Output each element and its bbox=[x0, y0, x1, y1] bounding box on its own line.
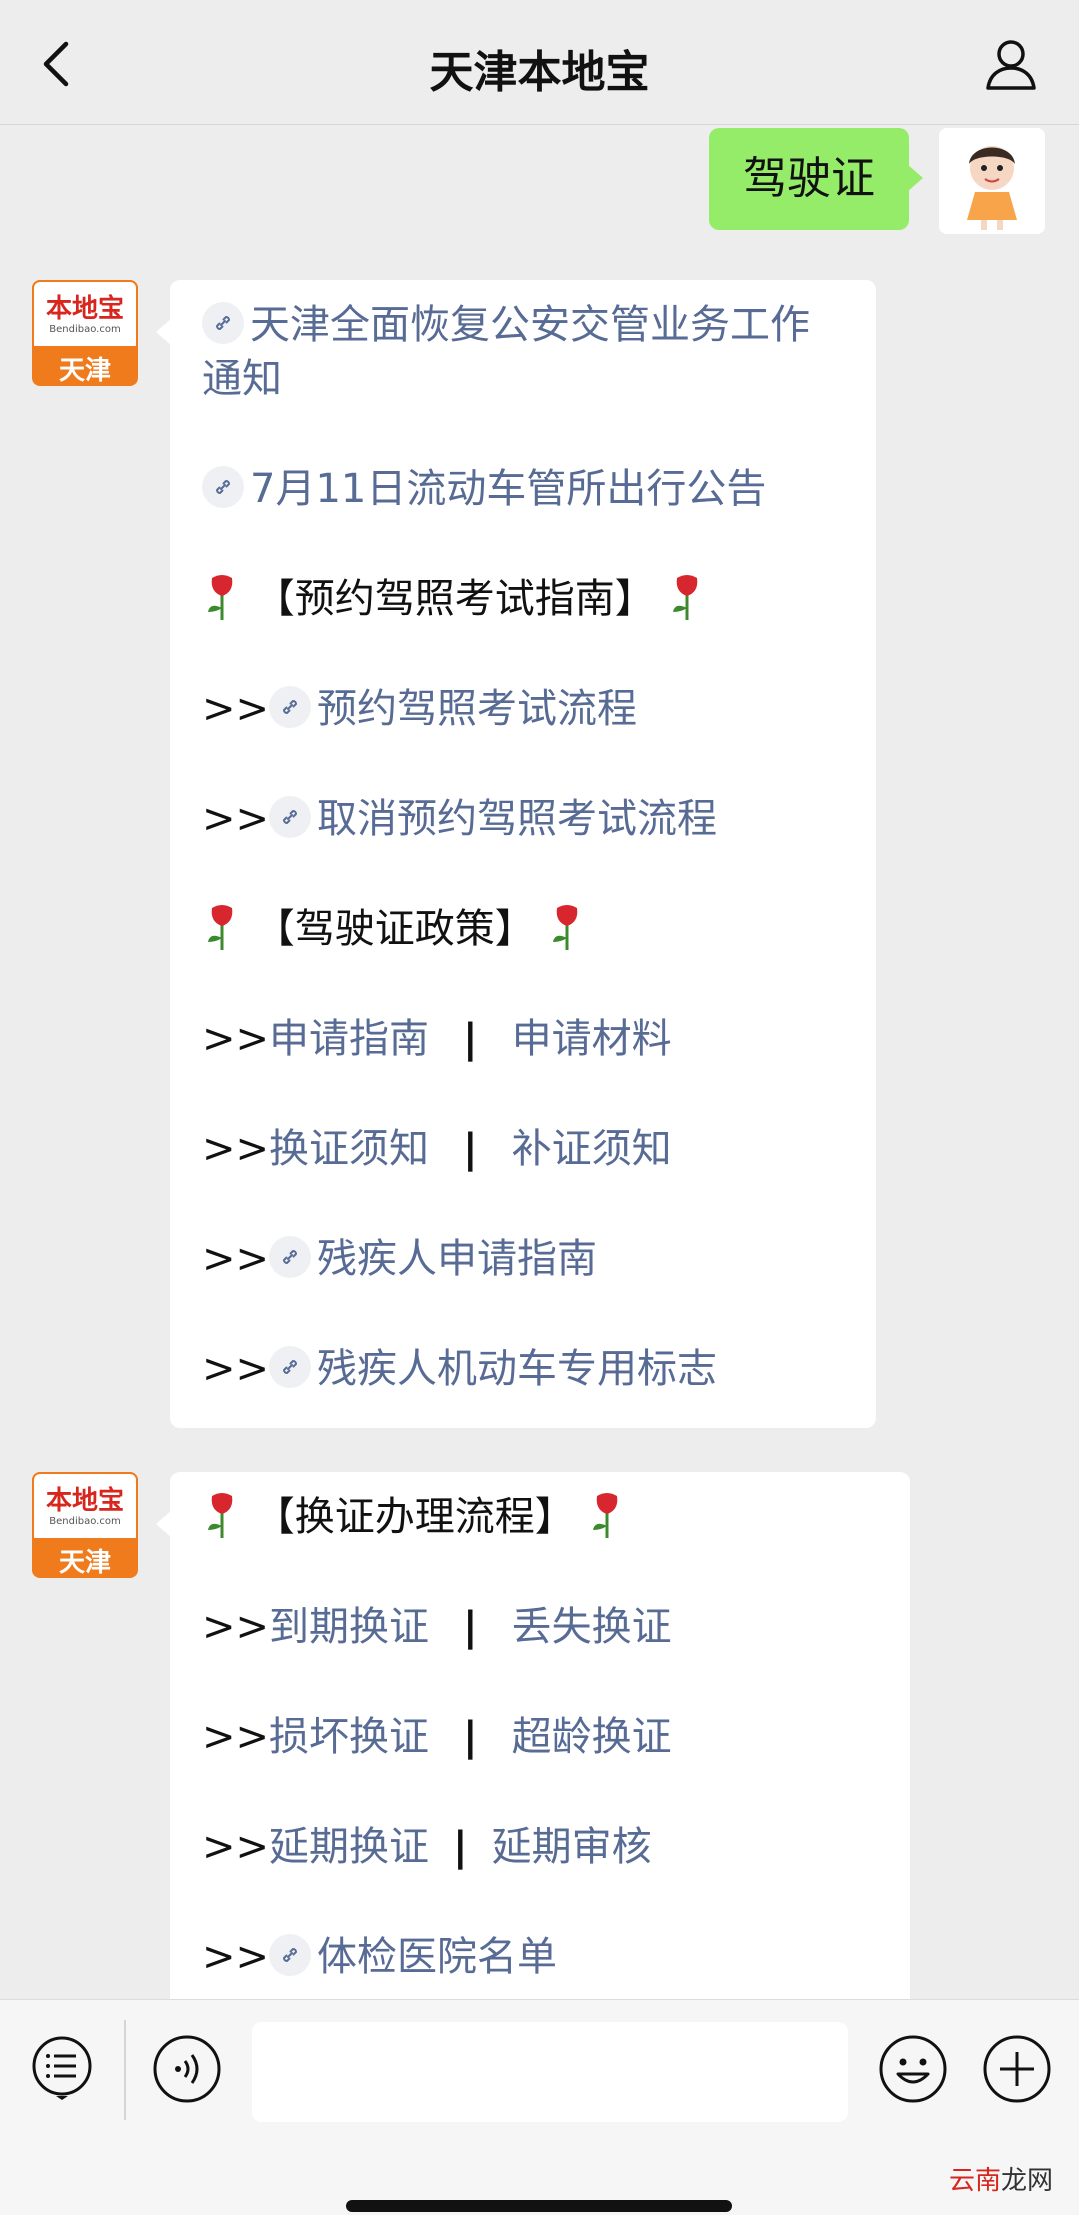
prefix-arrows: >> bbox=[202, 796, 270, 842]
separator: | bbox=[463, 1714, 478, 1760]
article-link[interactable]: 天津全面恢复公安交管业务工作通知 bbox=[202, 302, 810, 402]
article-link[interactable]: 残疾人机动车专用标志 bbox=[317, 1346, 717, 1392]
bot-avatar[interactable]: 本地宝 Bendibao.com 天津 bbox=[32, 1472, 138, 1578]
watermark: 云南龙网 bbox=[949, 2160, 1053, 2197]
article-link[interactable]: 到期换证 bbox=[269, 1604, 429, 1650]
bot-avatar-subtitle: Bendibao.com bbox=[49, 1516, 121, 1527]
home-indicator[interactable] bbox=[346, 2200, 732, 2212]
article-link[interactable]: 申请指南 bbox=[269, 1016, 429, 1062]
section-heading-text: 【驾驶证政策】 bbox=[254, 906, 535, 952]
emoji-icon[interactable] bbox=[878, 2034, 948, 2104]
menu-list-icon[interactable] bbox=[30, 2036, 94, 2100]
list-item[interactable]: >> 体检医院名单 bbox=[202, 1930, 882, 1984]
list-item: >>延期换证 | 延期审核 bbox=[202, 1820, 882, 1874]
prefix-arrows: >> bbox=[202, 1934, 270, 1980]
list-item[interactable]: >> 残疾人申请指南 bbox=[202, 1232, 848, 1286]
list-item[interactable]: 7月11日流动车管所出行公告 bbox=[202, 462, 848, 516]
section-heading-text: 【换证办理流程】 bbox=[254, 1494, 575, 1540]
flower-icon bbox=[202, 902, 242, 952]
flower-icon bbox=[202, 572, 242, 622]
bot-avatar-city: 天津 bbox=[58, 1548, 111, 1578]
bot-avatar-logo: 本地宝 bbox=[45, 1486, 124, 1516]
separator: | bbox=[463, 1126, 478, 1172]
list-item: >>申请指南 | 申请材料 bbox=[202, 1012, 848, 1066]
link-icon bbox=[269, 1934, 312, 1976]
list-item: >>换证须知 | 补证须知 bbox=[202, 1122, 848, 1176]
bot-avatar-subtitle: Bendibao.com bbox=[49, 324, 121, 335]
flower-icon bbox=[547, 902, 587, 952]
message-input[interactable] bbox=[252, 2022, 848, 2122]
list-item[interactable]: >> 残疾人机动车专用标志 bbox=[202, 1342, 848, 1396]
prefix-arrows: >> bbox=[202, 686, 270, 732]
list-item: >>到期换证 | 丢失换证 bbox=[202, 1600, 882, 1654]
article-link[interactable]: 预约驾照考试流程 bbox=[317, 686, 637, 732]
article-link[interactable]: 延期换证 bbox=[269, 1824, 429, 1870]
prefix-arrows: >> bbox=[202, 1016, 270, 1062]
prefix-arrows: >> bbox=[202, 1714, 270, 1760]
prefix-arrows: >> bbox=[202, 1824, 270, 1870]
article-link[interactable]: 体检医院名单 bbox=[317, 1934, 557, 1980]
bot-avatar-city: 天津 bbox=[58, 356, 111, 386]
voice-icon[interactable] bbox=[152, 2034, 222, 2104]
watermark-part2: 龙网 bbox=[1000, 2166, 1053, 2196]
separator: | bbox=[463, 1604, 478, 1650]
article-link[interactable]: 残疾人申请指南 bbox=[317, 1236, 597, 1282]
my-avatar[interactable] bbox=[939, 128, 1045, 234]
top-navigation-bar: 天津本地宝 bbox=[0, 0, 1079, 125]
list-item[interactable]: 天津全面恢复公安交管业务工作通知 bbox=[202, 298, 848, 406]
link-icon bbox=[202, 466, 244, 508]
flower-icon bbox=[202, 1490, 242, 1540]
my-message-bubble[interactable]: 驾驶证 bbox=[709, 128, 923, 230]
section-heading: 【换证办理流程】 bbox=[202, 1490, 882, 1544]
section-heading: 【预约驾照考试指南】 bbox=[202, 572, 848, 626]
bottom-input-bar: 云南龙网 bbox=[0, 1999, 1079, 2215]
prefix-arrows: >> bbox=[202, 1236, 270, 1282]
page-title: 天津本地宝 bbox=[429, 47, 650, 98]
article-link[interactable]: 延期审核 bbox=[492, 1824, 652, 1870]
chat-area[interactable]: 驾驶证 本地宝 Bendibao.com 天津 天津全面恢复公安交管业务工作通知… bbox=[0, 124, 1079, 1999]
section-heading-text: 【预约驾照考试指南】 bbox=[254, 576, 655, 622]
link-icon bbox=[269, 686, 312, 728]
article-link[interactable]: 损坏换证 bbox=[269, 1714, 429, 1760]
list-item: >>损坏换证 | 超龄换证 bbox=[202, 1710, 882, 1764]
profile-icon[interactable] bbox=[983, 36, 1039, 92]
article-link[interactable]: 换证须知 bbox=[269, 1126, 429, 1172]
link-icon bbox=[202, 302, 244, 344]
bot-message-bubble: 【换证办理流程】 >>到期换证 | 丢失换证 >>损坏换证 | 超龄换证 >>延期换证 |… bbox=[156, 1472, 910, 1999]
article-link[interactable]: 补证须知 bbox=[512, 1126, 672, 1172]
divider bbox=[124, 2020, 126, 2120]
prefix-arrows: >> bbox=[202, 1126, 270, 1172]
list-item[interactable]: >> 预约驾照考试流程 bbox=[202, 682, 848, 736]
bot-message-bubble: 天津全面恢复公安交管业务工作通知 7月11日流动车管所出行公告 【预约驾照考试指… bbox=[156, 280, 876, 1428]
separator: | bbox=[463, 1016, 478, 1062]
link-icon bbox=[269, 1346, 312, 1388]
prefix-arrows: >> bbox=[202, 1604, 270, 1650]
article-link[interactable]: 丢失换证 bbox=[512, 1604, 672, 1650]
article-link[interactable]: 7月11日流动车管所出行公告 bbox=[250, 466, 766, 512]
prefix-arrows: >> bbox=[202, 1346, 270, 1392]
flower-icon bbox=[587, 1490, 627, 1540]
link-icon bbox=[269, 796, 312, 838]
bot-avatar-logo: 本地宝 bbox=[45, 294, 124, 324]
article-link[interactable]: 申请材料 bbox=[512, 1016, 672, 1062]
article-link[interactable]: 超龄换证 bbox=[512, 1714, 672, 1760]
section-heading: 【驾驶证政策】 bbox=[202, 902, 848, 956]
watermark-part1: 云南 bbox=[948, 2166, 1001, 2196]
bot-avatar[interactable]: 本地宝 Bendibao.com 天津 bbox=[32, 280, 138, 386]
plus-icon[interactable] bbox=[982, 2034, 1052, 2104]
article-link[interactable]: 取消预约驾照考试流程 bbox=[317, 796, 717, 842]
separator: | bbox=[453, 1824, 468, 1870]
list-item[interactable]: >> 取消预约驾照考试流程 bbox=[202, 792, 848, 846]
link-icon bbox=[269, 1236, 312, 1278]
flower-icon bbox=[667, 572, 707, 622]
